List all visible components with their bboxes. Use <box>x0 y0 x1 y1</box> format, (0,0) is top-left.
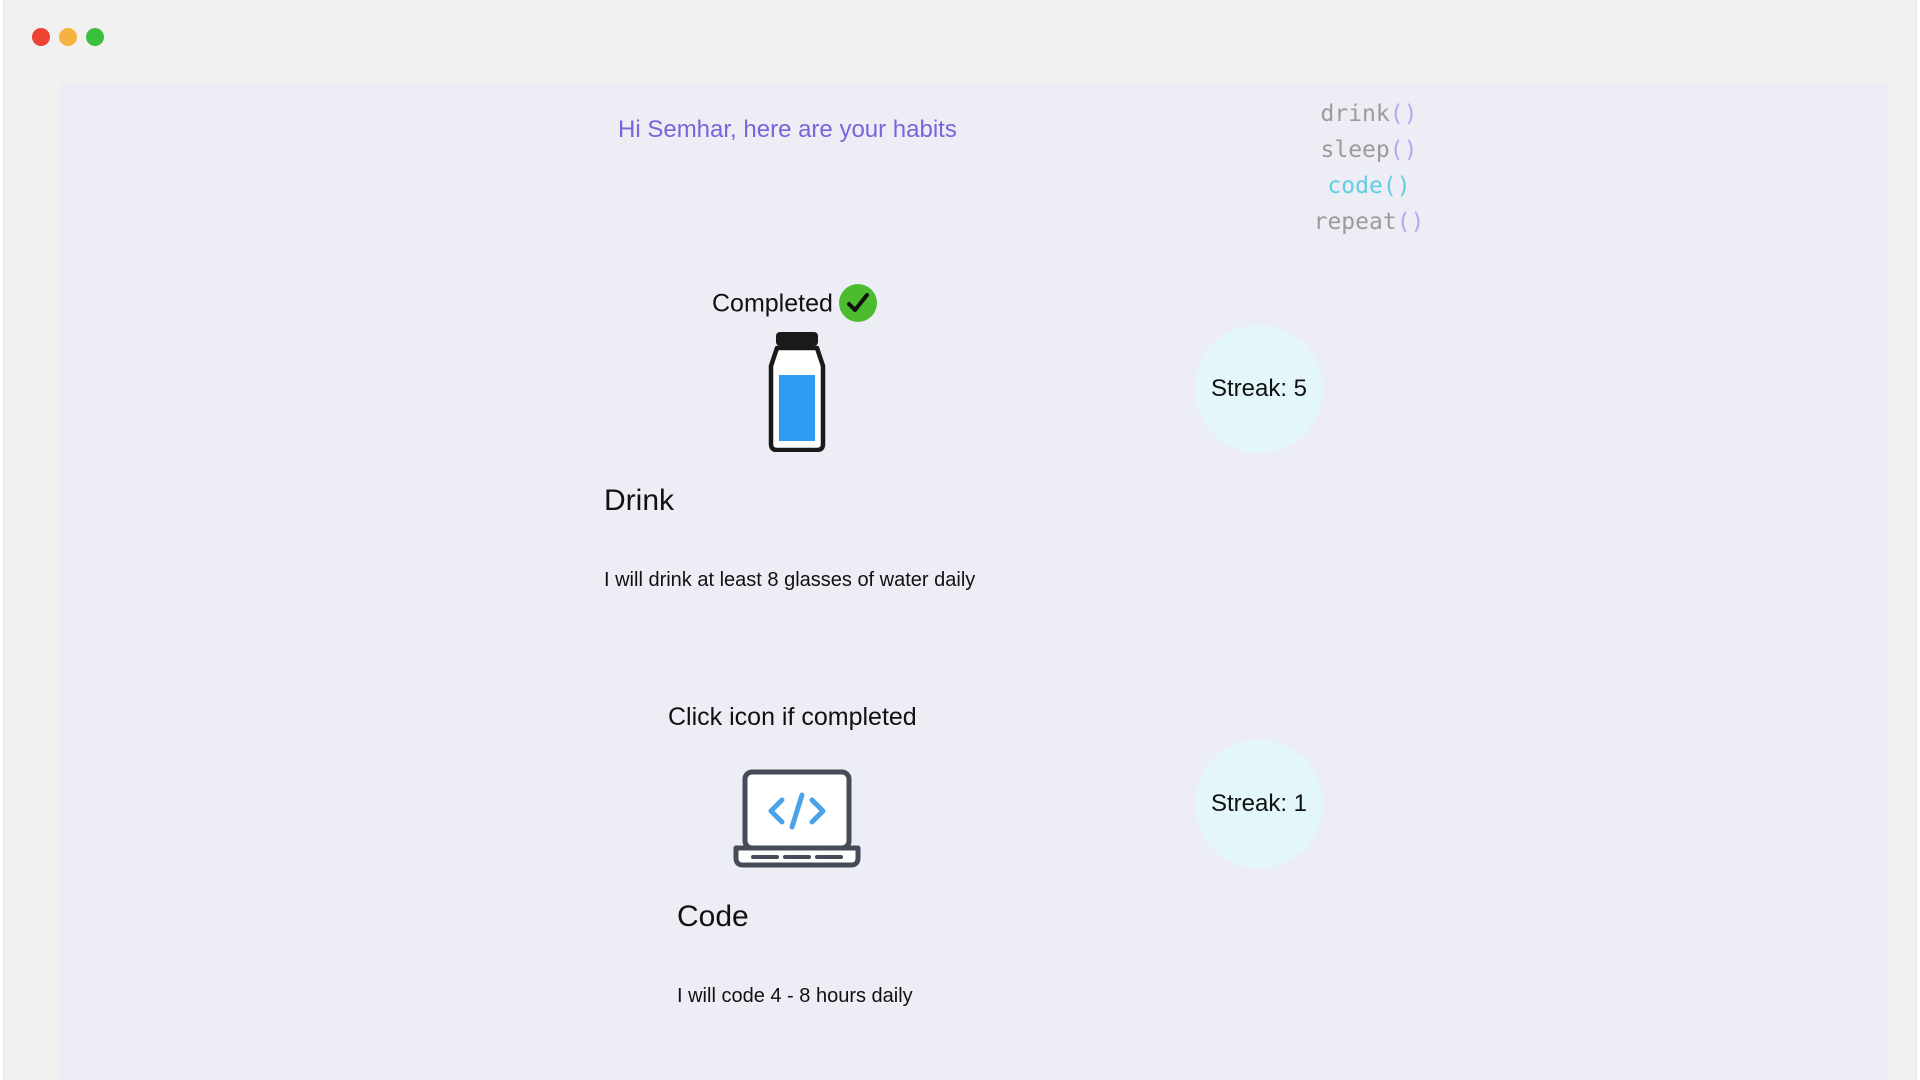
habit-status-label: Click icon if completed <box>668 703 917 731</box>
menu-item-repeat[interactable]: repeat() <box>1299 204 1439 240</box>
streak-count: Streak: 5 <box>1210 375 1308 402</box>
streak-badge: Streak: 1 <box>1195 740 1323 868</box>
habit-status-label: Completed <box>712 289 833 318</box>
habits-page: Hi Semhar, here are your habits drink() … <box>59 82 1889 1080</box>
habit-title: Code <box>677 900 749 933</box>
greeting-heading: Hi Semhar, here are your habits <box>618 116 957 143</box>
maximize-window-button[interactable] <box>86 28 104 46</box>
close-window-button[interactable] <box>32 28 50 46</box>
browser-window: Hi Semhar, here are your habits drink() … <box>3 0 1917 1080</box>
completed-check-icon[interactable] <box>838 284 877 322</box>
menu-item-code[interactable]: code() <box>1299 168 1439 204</box>
habit-menu: drink() sleep() code() repeat() <box>1299 96 1439 240</box>
habit-status: Completed <box>712 284 877 324</box>
menu-item-drink[interactable]: drink() <box>1299 96 1439 132</box>
habit-description: I will code 4 - 8 hours daily <box>677 985 913 1007</box>
menu-item-sleep[interactable]: sleep() <box>1299 132 1439 168</box>
laptop-code-icon[interactable] <box>733 768 861 875</box>
habit-status: Click icon if completed <box>668 703 917 732</box>
habit-title: Drink <box>604 484 675 517</box>
habit-description: I will drink at least 8 glasses of water… <box>604 569 976 591</box>
minimize-window-button[interactable] <box>59 28 77 46</box>
streak-count: Streak: 1 <box>1210 790 1308 817</box>
water-bottle-icon[interactable] <box>767 330 827 457</box>
streak-badge: Streak: 5 <box>1195 325 1323 453</box>
